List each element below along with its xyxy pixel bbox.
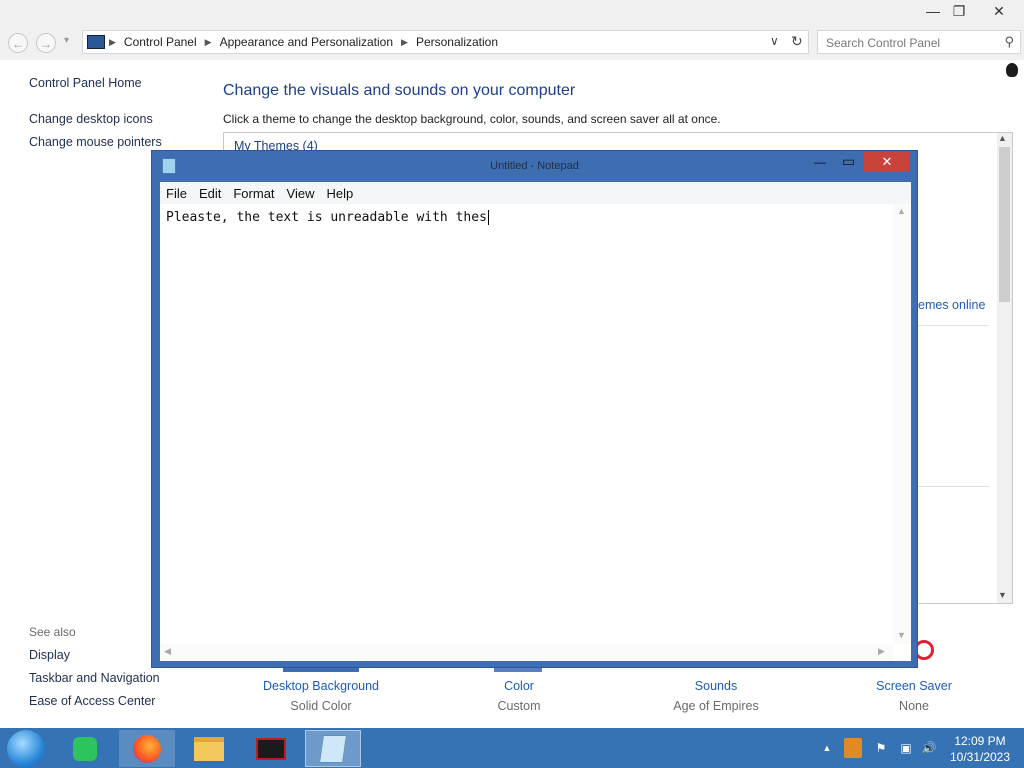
scroll-up-icon[interactable]: ▲ [897,206,906,216]
notepad-text-area[interactable]: Pleaste, the text is unreadable with the… [160,204,911,661]
themes-scrollbar[interactable]: ▲ ▼ [997,133,1012,603]
close-button[interactable]: ✕ [976,0,1022,22]
folder-icon [194,736,224,761]
menu-help[interactable]: Help [326,186,353,201]
notepad-text-content: Pleaste, the text is unreadable with the… [166,210,489,225]
clock-date: 10/31/2023 [949,750,1011,764]
address-bar[interactable]: ▶ Control Panel ▶ Appearance and Persona… [82,30,809,54]
recent-locations-button[interactable]: ▾ [64,35,69,46]
breadcrumb-separator-icon: ▶ [109,36,116,47]
minimize-button[interactable]: — [920,0,946,22]
spotify-icon [73,736,97,761]
notepad-menubar: File Edit Format View Help [160,182,911,204]
tray-app-icon[interactable] [844,738,862,758]
back-button[interactable]: ← [8,33,28,53]
search-placeholder: Search Control Panel [826,36,941,50]
divider [914,486,989,487]
file-explorer-taskbar-button[interactable] [181,730,237,767]
action-center-flag-icon[interactable]: ⚑ [872,738,890,758]
typed-text: Pleaste, the text is unreadable with the… [166,210,487,225]
refresh-button[interactable]: ↻ [791,33,803,50]
notepad-maximize-button[interactable]: ▭ [842,153,855,170]
scroll-down-icon[interactable]: ▼ [998,590,1007,600]
scroll-down-icon[interactable]: ▼ [897,630,906,640]
scroll-left-icon[interactable]: ◀ [164,646,171,657]
screen-saver-value: None [899,699,929,713]
breadcrumb-appearance[interactable]: Appearance and Personalization [220,35,393,49]
control-panel-titlebar: — ❐ ✕ [0,0,1024,26]
screen-saver-link[interactable]: Screen Saver [834,679,994,693]
notepad-horizontal-scrollbar[interactable]: ◀ ▶ [160,644,893,661]
breadcrumb-separator-icon: ▶ [401,36,408,47]
breadcrumb-control-panel[interactable]: Control Panel [124,35,197,49]
notepad-minimize-button[interactable]: — [814,155,826,169]
color-value: Custom [497,699,541,713]
notepad-title: Untitled - Notepad [490,160,579,172]
scroll-right-icon[interactable]: ▶ [878,646,885,657]
sounds-link[interactable]: Sounds [636,679,796,693]
control-panel-home-link[interactable]: Control Panel Home [29,76,142,90]
change-desktop-icons-link[interactable]: Change desktop icons [29,112,153,126]
breadcrumb-separator-icon: ▶ [204,36,212,47]
notepad-vertical-scrollbar[interactable]: ▲ ▼ [893,204,911,644]
notepad-titlebar[interactable]: Untitled - Notepad — ▭ ✕ [152,151,917,181]
text-caret [487,210,489,225]
menu-view[interactable]: View [287,186,315,201]
color-link[interactable]: Color [439,679,599,693]
show-hidden-icons-button[interactable]: ▲ [818,738,836,758]
display-link[interactable]: Display [29,648,70,662]
desktop-background-link[interactable]: Desktop Background [241,679,401,693]
game-icon [256,737,286,760]
menu-format[interactable]: Format [233,186,274,201]
system-clock[interactable]: 12:09 PM 10/31/2023 [940,733,1020,765]
sounds-value: Age of Empires [673,699,759,713]
notepad-window[interactable]: Untitled - Notepad — ▭ ✕ File Edit Forma… [151,150,918,668]
address-dropdown-button[interactable]: ∨ [770,34,779,48]
forward-button[interactable]: → [36,33,56,53]
help-icon[interactable] [1006,63,1018,77]
divider [914,325,989,326]
network-icon[interactable]: ▣ [897,738,915,758]
desktop-background-value: Solid Color [290,699,352,713]
volume-icon[interactable]: 🔊 [920,738,938,758]
page-title: Change the visuals and sounds on your co… [223,82,576,99]
firefox-taskbar-button[interactable] [119,730,175,767]
taskbar-navigation-link[interactable]: Taskbar and Navigation [29,671,160,685]
ease-of-access-link[interactable]: Ease of Access Center [29,694,155,708]
get-themes-online-link[interactable]: emes online [918,298,985,312]
control-panel-icon [87,35,105,49]
menu-edit[interactable]: Edit [199,186,221,201]
change-mouse-pointers-link[interactable]: Change mouse pointers [29,135,162,149]
notepad-close-button[interactable]: ✕ [864,152,910,172]
notepad-taskbar-icon [319,734,347,763]
scroll-up-icon[interactable]: ▲ [998,133,1007,143]
notepad-taskbar-button[interactable] [305,730,361,767]
page-subtitle: Click a theme to change the desktop back… [223,112,721,126]
clock-time: 12:09 PM [954,734,1006,748]
search-icon: ⚲ [1004,34,1014,49]
menu-file[interactable]: File [166,186,187,201]
start-button[interactable] [7,730,45,768]
app-taskbar-button[interactable] [243,730,299,767]
firefox-icon [133,734,161,763]
restore-button[interactable]: ❐ [946,0,972,22]
see-also-title: See also [29,625,76,639]
spotify-taskbar-button[interactable] [57,730,113,767]
breadcrumb-personalization[interactable]: Personalization [416,35,498,49]
search-input[interactable]: Search Control Panel ⚲ [817,30,1021,54]
scroll-thumb[interactable] [999,147,1010,302]
